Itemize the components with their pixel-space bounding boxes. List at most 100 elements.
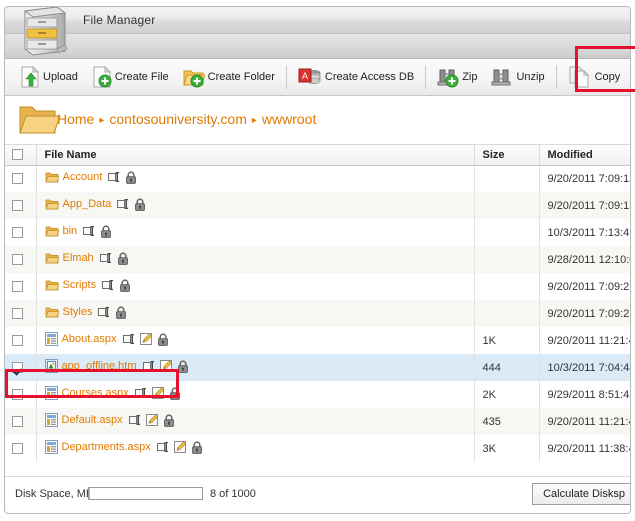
row-checkbox-cell[interactable] xyxy=(5,165,36,192)
table-row[interactable]: Styles9/20/2011 7:09:21 PM xyxy=(5,300,631,327)
breadcrumb-item-home[interactable]: Home xyxy=(57,111,94,127)
row-checkbox-cell[interactable] xyxy=(5,219,36,246)
edit-icon[interactable] xyxy=(152,387,165,400)
edit-icon[interactable] xyxy=(174,441,187,454)
rename-icon[interactable] xyxy=(117,198,130,210)
row-checkbox[interactable] xyxy=(12,389,23,400)
column-header-filename[interactable]: File Name xyxy=(36,145,474,165)
copy-button[interactable]: Copy xyxy=(561,62,628,92)
zip-button[interactable]: Zip xyxy=(430,62,484,92)
rename-icon[interactable] xyxy=(98,306,111,318)
table-row[interactable]: bin10/3/2011 7:13:45 PM xyxy=(5,219,631,246)
lock-icon[interactable] xyxy=(163,414,175,427)
open-folder-icon xyxy=(17,100,61,140)
edit-icon[interactable] xyxy=(160,360,173,373)
lock-icon[interactable] xyxy=(125,171,137,184)
svg-text:A: A xyxy=(302,71,308,81)
table-row[interactable]: Scripts9/20/2011 7:09:21 PM xyxy=(5,273,631,300)
file-name-link[interactable]: Departments.aspx xyxy=(62,441,151,453)
row-checkbox[interactable] xyxy=(12,416,23,427)
column-header-size[interactable]: Size xyxy=(474,145,539,165)
row-checkbox[interactable] xyxy=(12,281,23,292)
unzip-button[interactable]: Unzip xyxy=(484,62,551,92)
file-name-link[interactable]: Account xyxy=(63,171,103,183)
lock-icon[interactable] xyxy=(100,225,112,238)
row-checkbox[interactable] xyxy=(12,227,23,238)
table-row[interactable]: Elmah9/28/2011 12:10:00 AM xyxy=(5,246,631,273)
rename-icon[interactable] xyxy=(108,171,121,183)
lock-icon[interactable] xyxy=(177,360,189,373)
table-row[interactable]: About.aspx1K9/20/2011 11:21:46 AM xyxy=(5,327,631,354)
row-checkbox-cell[interactable] xyxy=(5,435,36,462)
row-checkbox[interactable] xyxy=(12,362,23,373)
file-entry: Scripts xyxy=(45,279,132,292)
file-name-link[interactable]: Courses.aspx xyxy=(62,387,129,399)
edit-icon[interactable] xyxy=(140,333,153,346)
lock-icon[interactable] xyxy=(119,279,131,292)
rename-icon[interactable] xyxy=(135,387,148,399)
create-file-label: Create File xyxy=(115,62,169,92)
table-row[interactable]: App_Data9/20/2011 7:09:13 PM xyxy=(5,192,631,219)
file-name-link[interactable]: Styles xyxy=(63,306,93,318)
upload-label: Upload xyxy=(43,62,78,92)
zip-label: Zip xyxy=(462,62,477,92)
edit-icon[interactable] xyxy=(146,414,159,427)
row-checkbox-cell[interactable] xyxy=(5,192,36,219)
row-checkbox[interactable] xyxy=(12,173,23,184)
file-table-container: File Name Size Modified Account9/20/2011… xyxy=(5,145,630,462)
rename-icon[interactable] xyxy=(102,279,115,291)
select-all-header xyxy=(5,145,36,165)
select-all-checkbox[interactable] xyxy=(12,149,23,160)
lock-icon[interactable] xyxy=(117,252,129,265)
rename-icon[interactable] xyxy=(143,360,156,372)
lock-icon[interactable] xyxy=(157,333,169,346)
breadcrumb-item-wwwroot[interactable]: wwwroot xyxy=(262,111,316,127)
file-entry: App_Data xyxy=(45,198,147,211)
file-name-link[interactable]: app_offline.htm xyxy=(62,360,137,372)
file-name-link[interactable]: About.aspx xyxy=(62,333,117,345)
row-checkbox-cell[interactable] xyxy=(5,354,36,381)
disk-space-text: 8 of 1000 xyxy=(210,488,256,500)
table-row[interactable]: Account9/20/2011 7:09:12 PM xyxy=(5,165,631,192)
lock-icon[interactable] xyxy=(169,387,181,400)
table-row[interactable]: Default.aspx4359/20/2011 11:21:46 AM xyxy=(5,408,631,435)
row-checkbox[interactable] xyxy=(12,443,23,454)
row-checkbox-cell[interactable] xyxy=(5,246,36,273)
table-row[interactable]: Courses.aspx2K9/29/2011 8:51:43 PM xyxy=(5,381,631,408)
table-row[interactable]: Departments.aspx3K9/20/2011 11:38:40 AM xyxy=(5,435,631,462)
row-checkbox-cell[interactable] xyxy=(5,273,36,300)
file-name-link[interactable]: Scripts xyxy=(63,279,97,291)
file-name-link[interactable]: App_Data xyxy=(63,198,112,210)
lock-icon[interactable] xyxy=(115,306,127,319)
row-checkbox-cell[interactable] xyxy=(5,327,36,354)
calculate-diskspace-button[interactable]: Calculate Disksp xyxy=(532,483,631,505)
breadcrumb-separator: ▸ xyxy=(252,115,257,126)
column-header-modified[interactable]: Modified xyxy=(539,145,631,165)
rename-icon[interactable] xyxy=(129,414,142,426)
rename-icon[interactable] xyxy=(83,225,96,237)
create-access-db-button[interactable]: A Create Access DB xyxy=(291,62,421,92)
row-checkbox[interactable] xyxy=(12,254,23,265)
row-checkbox[interactable] xyxy=(12,200,23,211)
row-checkbox[interactable] xyxy=(12,308,23,319)
file-name-link[interactable]: bin xyxy=(63,225,78,237)
file-name-link[interactable]: Elmah xyxy=(63,252,94,264)
breadcrumb-item-contosouniversity[interactable]: contosouniversity.com xyxy=(109,111,246,127)
rename-icon[interactable] xyxy=(100,252,113,264)
lock-icon[interactable] xyxy=(191,441,203,454)
breadcrumb-bar: Home▸contosouniversity.com▸wwwroot xyxy=(5,96,630,145)
row-checkbox-cell[interactable] xyxy=(5,300,36,327)
lock-icon[interactable] xyxy=(134,198,146,211)
row-checkbox[interactable] xyxy=(12,335,23,346)
upload-button[interactable]: Upload xyxy=(13,62,85,92)
file-name-link[interactable]: Default.aspx xyxy=(62,414,123,426)
rename-icon[interactable] xyxy=(123,333,136,345)
move-button[interactable]: Move xyxy=(627,62,631,92)
row-checkbox-cell[interactable] xyxy=(5,381,36,408)
rename-icon[interactable] xyxy=(157,441,170,453)
create-folder-button[interactable]: Create Folder xyxy=(176,62,282,92)
row-checkbox-cell[interactable] xyxy=(5,408,36,435)
file-table-body: Account9/20/2011 7:09:12 PMApp_Data9/20/… xyxy=(5,165,631,462)
table-row[interactable]: app_offline.htm44410/3/2011 7:04:48 PM xyxy=(5,354,631,381)
create-file-button[interactable]: Create File xyxy=(85,62,176,92)
